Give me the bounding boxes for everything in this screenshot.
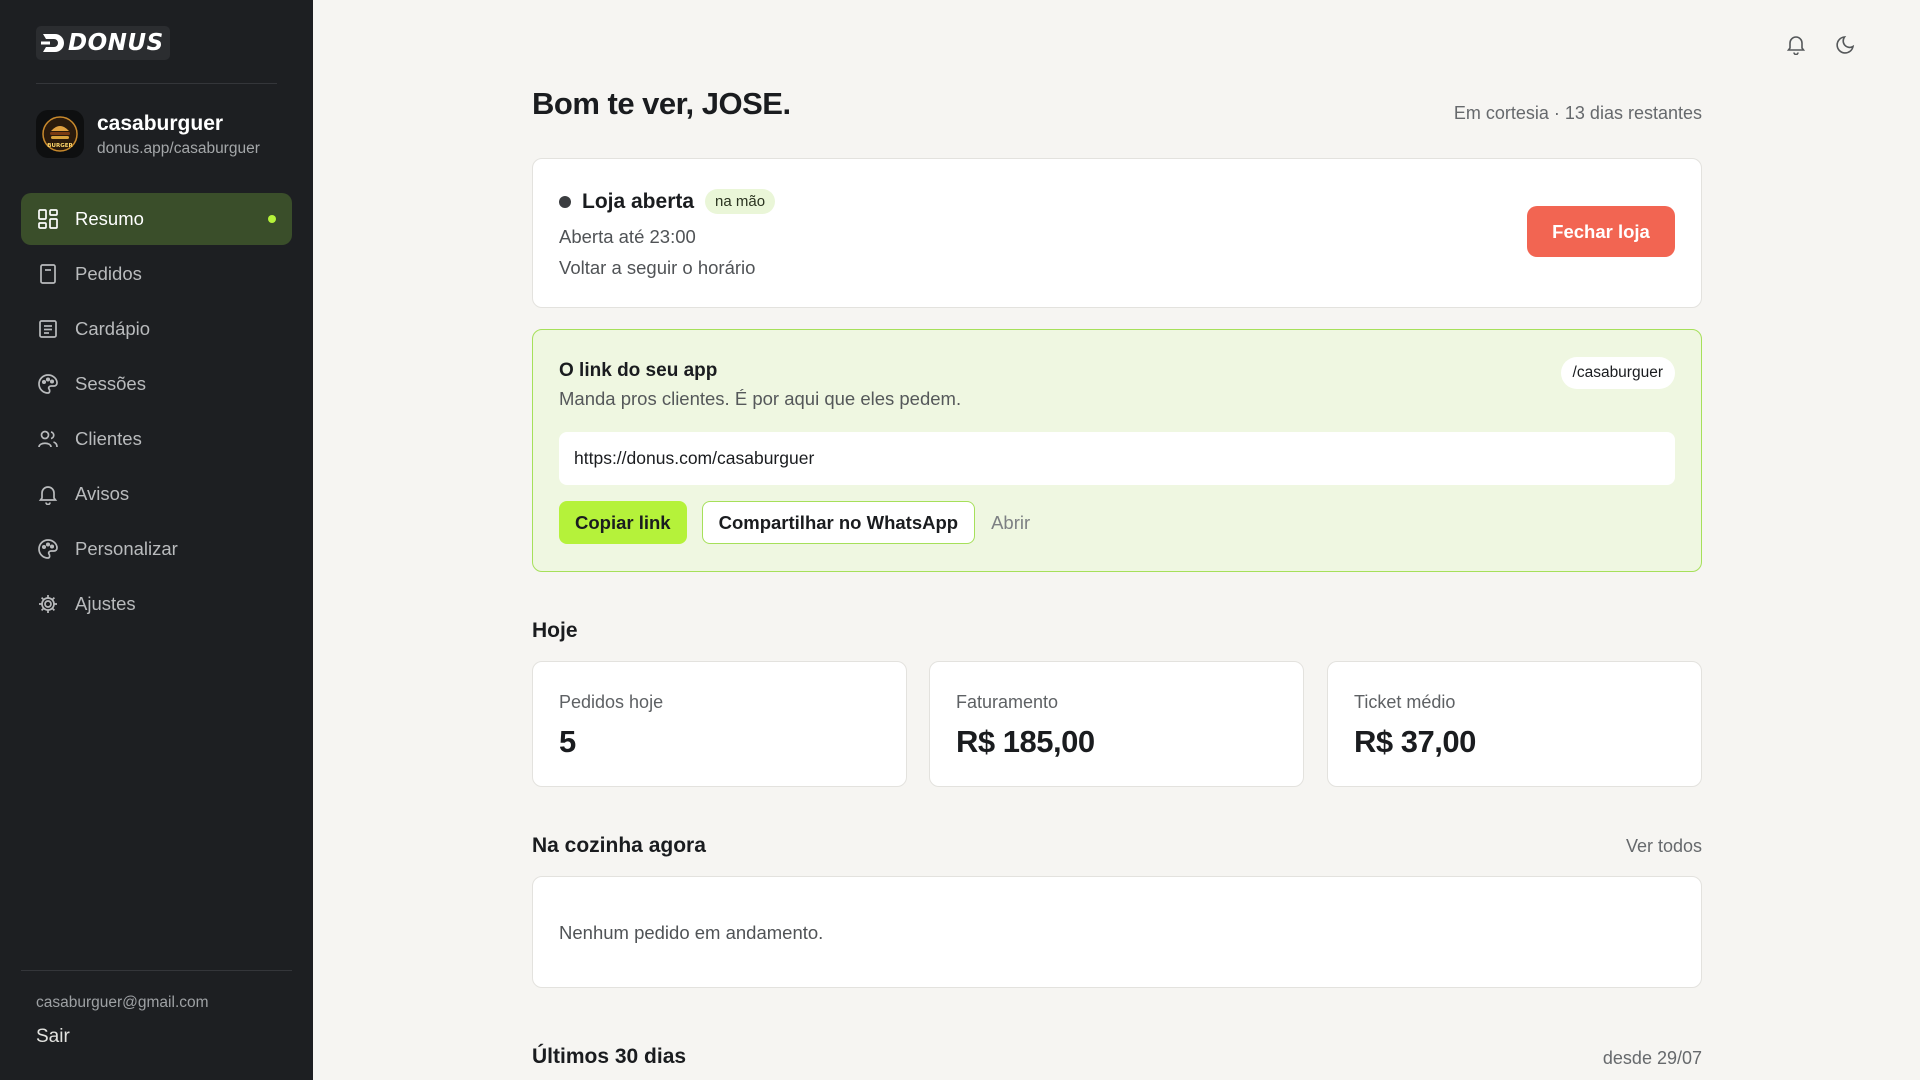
app-link-actions: Copiar link Compartilhar no WhatsApp Abr… xyxy=(559,501,1030,544)
stat-value: R$ 185,00 xyxy=(956,724,1095,759)
stat-label: Faturamento xyxy=(956,692,1059,712)
palette-icon xyxy=(37,373,59,395)
svg-text:BURGER: BURGER xyxy=(47,143,73,149)
app-link-field[interactable] xyxy=(559,432,1675,485)
store-status-row: Loja aberta na mão xyxy=(559,189,776,214)
stat-value: 5 xyxy=(559,724,576,759)
bell-icon xyxy=(37,483,59,505)
stat-card-orders: Pedidos hoje 5 xyxy=(532,661,907,787)
sidebar-item-label: Clientes xyxy=(75,428,142,449)
store-status-title: Loja aberta xyxy=(582,189,695,213)
app-link-title: O link do seu app xyxy=(559,360,718,381)
account-email: casaburguer@gmail.com xyxy=(36,994,209,1011)
stat-value: R$ 37,00 xyxy=(1354,724,1476,759)
view-all-link[interactable]: Ver todos xyxy=(1626,836,1702,857)
sidebar-item-label: Personalizar xyxy=(75,538,178,559)
sidebar-item-resumo[interactable]: Resumo xyxy=(21,193,292,245)
users-icon xyxy=(37,428,59,450)
section-title-kitchen: Na cozinha agora xyxy=(532,834,706,857)
logo-text: DONUS xyxy=(68,30,164,56)
donus-logo[interactable]: DONUS xyxy=(36,26,170,60)
section-title-last-30-days: Últimos 30 dias xyxy=(532,1045,687,1068)
moon-icon[interactable] xyxy=(1832,30,1860,58)
menu-list-icon xyxy=(37,318,59,340)
stat-label: Pedidos hoje xyxy=(559,692,664,712)
store-status-card: Loja aberta na mão Aberta até 23:00 Volt… xyxy=(532,158,1702,308)
sidebar-divider xyxy=(36,83,277,84)
sidebar-item-label: Cardápio xyxy=(75,318,151,339)
bell-icon[interactable] xyxy=(1782,30,1810,58)
logo-mark-icon xyxy=(41,34,64,52)
sidebar-item-avisos[interactable]: Avisos xyxy=(21,468,292,520)
active-indicator-dot xyxy=(268,215,276,223)
burger-logo-icon: BURGER xyxy=(42,116,78,152)
kitchen-orders-card: Nenhum pedido em andamento. xyxy=(532,876,1702,988)
receipt-icon xyxy=(37,263,59,285)
sidebar-item-label: Pedidos xyxy=(75,263,142,284)
sidebar-item-label: Ajustes xyxy=(75,593,136,614)
trial-status: Em cortesia · 13 dias restantes xyxy=(1453,103,1702,123)
app-link-subtitle: Manda pros clientes. É por aqui que eles… xyxy=(559,388,962,409)
stat-label: Ticket médio xyxy=(1354,692,1456,712)
store-name: casaburguer xyxy=(97,111,224,135)
close-store-button[interactable]: Fechar loja xyxy=(1527,206,1675,257)
sidebar-item-label: Avisos xyxy=(75,483,130,504)
stat-card-revenue: Faturamento R$ 185,00 xyxy=(929,661,1304,787)
copy-link-button[interactable]: Copiar link xyxy=(559,501,687,544)
status-badge: na mão xyxy=(705,189,776,214)
share-whatsapp-button[interactable]: Compartilhar no WhatsApp xyxy=(701,501,976,544)
logout-button[interactable]: Sair xyxy=(36,1026,70,1048)
gear-icon xyxy=(37,593,59,615)
open-link[interactable]: Abrir xyxy=(991,512,1030,534)
store-avatar: BURGER xyxy=(36,110,84,158)
status-indicator-dot xyxy=(559,195,571,208)
sidebar-item-clientes[interactable]: Clientes xyxy=(21,413,292,465)
slug-badge: /casaburguer xyxy=(1560,357,1675,389)
sidebar-item-label: Sessões xyxy=(75,373,146,394)
sidebar-item-sessoes[interactable]: Sessões xyxy=(21,358,292,410)
sidebar-nav: Resumo Pedidos Cardápio Sessões Clientes… xyxy=(21,193,292,633)
sidebar-item-label: Resumo xyxy=(75,208,144,229)
store-hours: Aberta até 23:00 xyxy=(559,226,696,247)
store-url: donus.app/casaburguer xyxy=(97,139,260,157)
stat-card-avg-ticket: Ticket médio R$ 37,00 xyxy=(1327,661,1702,787)
sidebar-item-cardapio[interactable]: Cardápio xyxy=(21,303,292,355)
page-title: Bom te ver, JOSE. xyxy=(532,86,791,121)
sidebar-divider xyxy=(21,970,292,971)
sidebar: DONUS BURGER casaburguer donus.app/casab… xyxy=(0,0,313,1080)
period-since-label: desde 29/07 xyxy=(1602,1048,1702,1068)
empty-state-message: Nenhum pedido em andamento. xyxy=(559,922,824,943)
palette-icon xyxy=(37,538,59,560)
store-profile[interactable]: BURGER casaburguer donus.app/casaburguer xyxy=(36,110,260,158)
dashboard-icon xyxy=(37,208,59,230)
sidebar-item-personalizar[interactable]: Personalizar xyxy=(21,523,292,575)
resume-schedule-link[interactable]: Voltar a seguir o horário xyxy=(559,257,755,279)
section-title-today: Hoje xyxy=(532,619,578,642)
app-link-card: O link do seu app Manda pros clientes. É… xyxy=(532,329,1702,572)
sidebar-item-pedidos[interactable]: Pedidos xyxy=(21,248,292,300)
sidebar-item-ajustes[interactable]: Ajustes xyxy=(21,578,292,630)
